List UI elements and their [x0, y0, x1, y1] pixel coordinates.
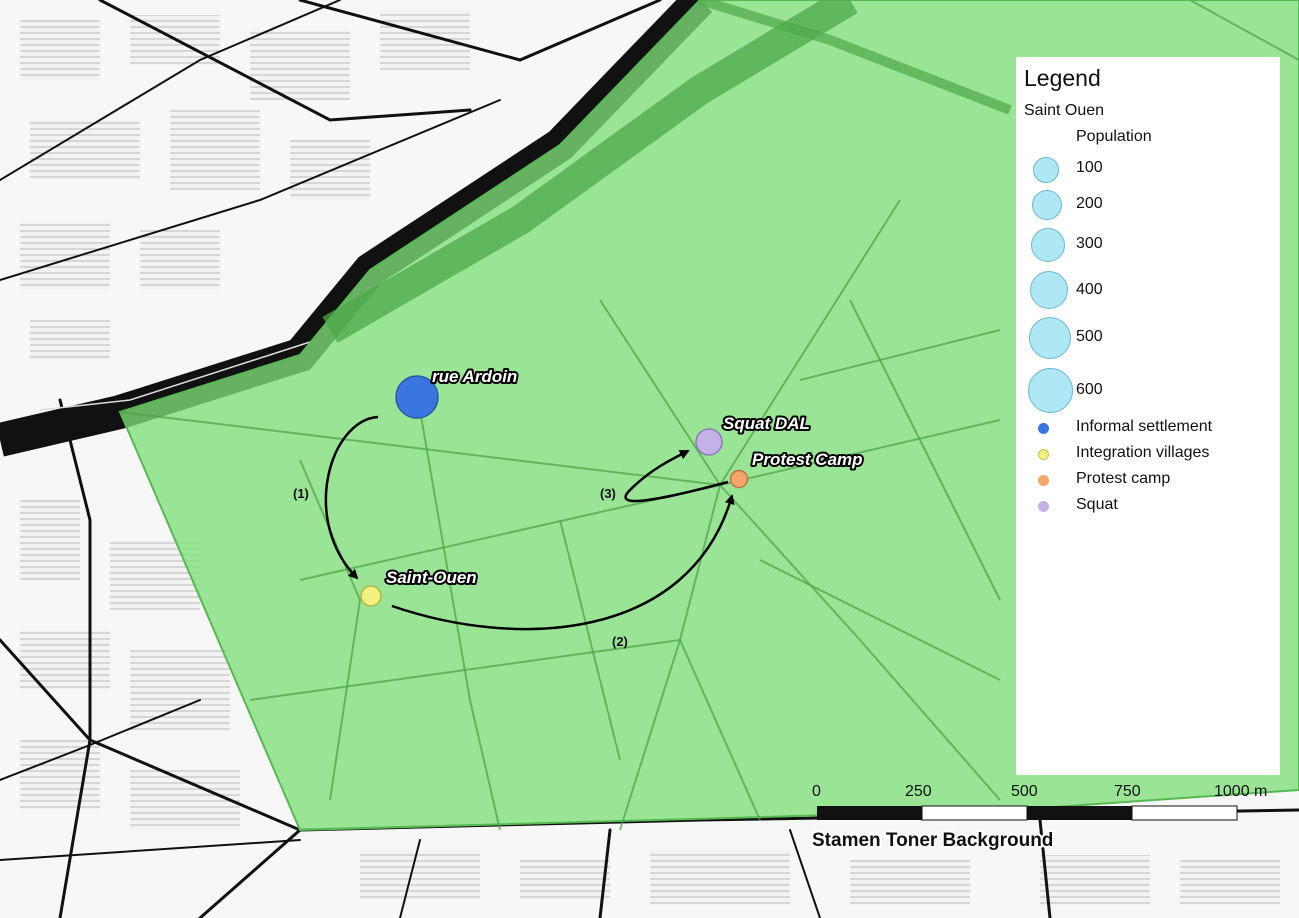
- route-3-label: (3): [600, 486, 616, 501]
- basemap-attribution: Stamen Toner Background: [812, 830, 1053, 851]
- population-symbol-300: [1031, 228, 1065, 262]
- legend-category-informal-settlement: Informal settlement: [1024, 418, 1272, 444]
- legend-panel: Legend Saint Ouen Population 100 200 300…: [1016, 57, 1280, 775]
- saint-ouen-marker[interactable]: [360, 585, 382, 607]
- saint-ouen-label: Saint-Ouen: [386, 568, 477, 587]
- population-symbol-200: [1032, 190, 1062, 220]
- route-1-label: (1): [293, 486, 309, 501]
- legend-population-200: 200: [1024, 186, 1272, 224]
- map-view[interactable]: (1) (2) (3) rue Ardoin Saint-Ouen Squat …: [0, 0, 1299, 918]
- squat-dal-marker[interactable]: [695, 428, 723, 456]
- route-2-label: (2): [612, 634, 628, 649]
- legend-category-squat: Squat: [1024, 496, 1272, 522]
- protest-camp-label: Protest Camp: [752, 450, 863, 469]
- population-symbol-500: [1029, 317, 1071, 359]
- population-symbol-100: [1033, 157, 1059, 183]
- category-swatch: [1038, 501, 1049, 512]
- population-symbol-400: [1030, 271, 1068, 309]
- category-swatch: [1038, 423, 1049, 434]
- category-swatch: [1038, 475, 1049, 486]
- squat-dal-label: Squat DAL: [723, 414, 810, 433]
- rue-ardoin-label: rue Ardoin: [432, 367, 517, 386]
- legend-population-600: 600: [1024, 364, 1272, 418]
- scale-label-1000: 1000 m: [1214, 783, 1267, 800]
- scale-label-0: 0: [812, 783, 821, 800]
- legend-population-500: 500: [1024, 314, 1272, 364]
- scale-label-750: 750: [1114, 783, 1141, 800]
- protest-camp-marker[interactable]: [729, 469, 749, 489]
- legend-category-protest-camp: Protest camp: [1024, 470, 1272, 496]
- legend-population-400: 400: [1024, 268, 1272, 314]
- scale-label-250: 250: [905, 783, 932, 800]
- population-symbol-600: [1028, 368, 1073, 413]
- legend-population-100: 100: [1024, 152, 1272, 186]
- legend-category-integration-villages: Integration villages: [1024, 444, 1272, 470]
- legend-title: Legend: [1024, 65, 1101, 91]
- category-swatch: [1038, 449, 1049, 460]
- legend-population-title: Population: [1076, 128, 1152, 145]
- legend-population-300: 300: [1024, 224, 1272, 268]
- scale-label-500: 500: [1011, 783, 1038, 800]
- legend-layer-name: Saint Ouen: [1024, 102, 1105, 119]
